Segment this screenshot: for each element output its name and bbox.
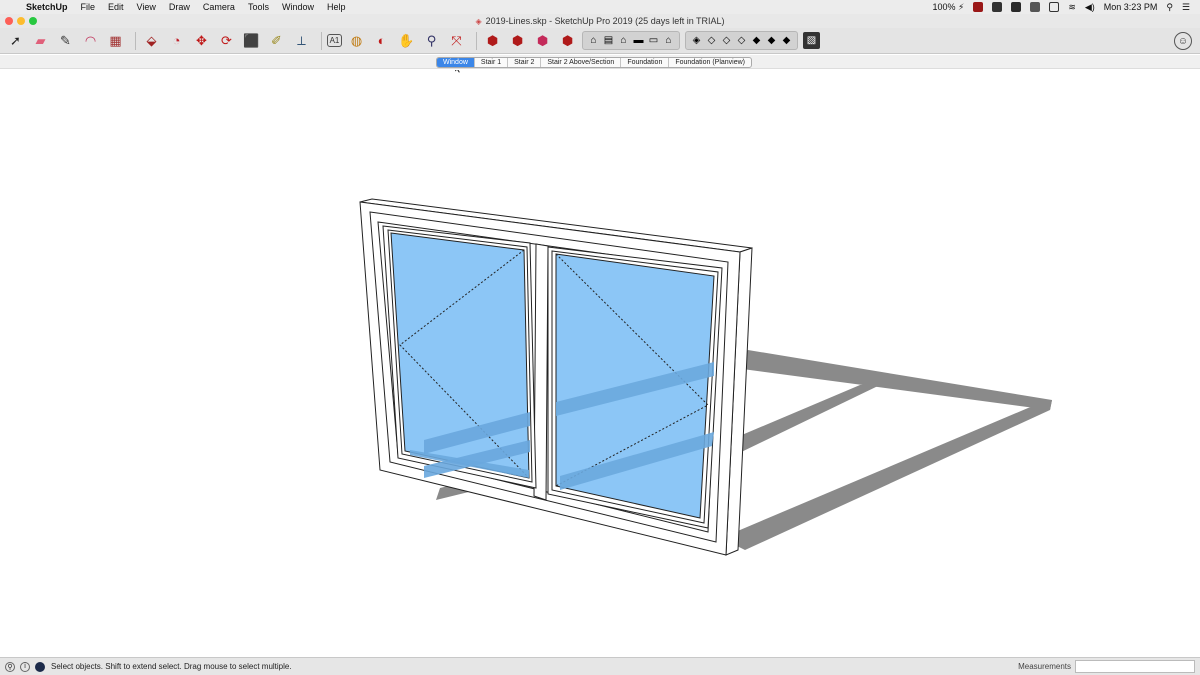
tab-window[interactable]: Window (437, 58, 475, 67)
tape-measure-tool-icon[interactable]: ✐ (266, 30, 287, 51)
toolbar-separator (476, 31, 477, 50)
select-tool-icon[interactable]: ➚ (5, 30, 26, 51)
right-view-icon[interactable]: ▬ (631, 33, 646, 48)
app-status-icon[interactable] (973, 2, 984, 12)
xray-style-icon[interactable]: ◈ (689, 33, 704, 48)
front-view-icon[interactable]: ⌂ (616, 33, 631, 48)
zoom-extents-tool-icon[interactable]: ⤧ (446, 30, 467, 51)
rotate-tool-icon[interactable]: ⟳ (216, 30, 237, 51)
warehouse-tool-icon[interactable]: ⬢ (482, 30, 503, 51)
measurements-input[interactable] (1075, 660, 1195, 673)
hidden-line-style-icon[interactable]: ◇ (734, 33, 749, 48)
scene-tabs: Window Stair 1 Stair 2 Stair 2 Above/Sec… (436, 57, 752, 68)
wireframe-style-icon[interactable]: ◇ (719, 33, 734, 48)
send-to-layout-tool-icon[interactable]: ⬢ (557, 30, 578, 51)
monochrome-style-icon[interactable]: ◆ (779, 33, 794, 48)
scale-tool-icon[interactable]: ⬛ (241, 30, 262, 51)
notification-center-icon[interactable]: ☰ (1182, 2, 1190, 13)
account-icon[interactable]: ☺ (1174, 32, 1192, 50)
views-toolbar: ⌂ ▤ ⌂ ▬ ▭ ⌂ (582, 31, 680, 50)
menu-tools[interactable]: Tools (248, 2, 269, 12)
tab-stair-2-above-section[interactable]: Stair 2 Above/Section (541, 58, 622, 67)
offset-tool-icon[interactable]: ◔ (166, 30, 187, 51)
menu-edit[interactable]: Edit (108, 2, 124, 12)
status-bar: ⚲ i Select objects. Shift to extend sele… (0, 657, 1200, 675)
move-tool-icon[interactable]: ✥ (191, 30, 212, 51)
eraser-tool-icon[interactable]: ▰ (30, 30, 51, 51)
mouse-cursor (454, 63, 462, 74)
battery-status[interactable]: 100% ⚡ (932, 2, 964, 13)
camera-status-icon[interactable] (992, 2, 1003, 12)
iso-view-icon[interactable]: ⌂ (586, 33, 601, 48)
toolbar-separator (135, 31, 136, 50)
zoom-tool-icon[interactable]: ⚲ (421, 30, 442, 51)
shaded-textures-style-icon[interactable]: ◆ (764, 33, 779, 48)
toolbar-separator (321, 31, 322, 50)
paint-bucket-tool-icon[interactable]: ◍ (346, 30, 367, 51)
close-window-button[interactable] (5, 17, 13, 25)
window-titlebar: ◈ 2019-Lines.skp - SketchUp Pro 2019 (25… (0, 14, 1200, 28)
document-icon: ◈ (475, 16, 482, 26)
tab-foundation-planview[interactable]: Foundation (Planview) (669, 58, 751, 67)
line-tool-icon[interactable]: ✎ (55, 30, 76, 51)
left-view-icon[interactable]: ⌂ (661, 33, 676, 48)
main-toolbar: ➚ ▰ ✎ ◠ ▦ ⬙ ◔ ✥ ⟳ ⬛ ✐ ⟂ A1 ◍ ◐ ✋ ⚲ ⤧ ⬢ ⬢ ⬢ ⬢ ⌂ ▤ ⌂ ▬ ▭ ⌂ ◈ ◇ ◇ ◇ ◆ ◆ ◆ ▧… (0, 28, 1200, 54)
text-tool-icon[interactable]: A1 (327, 34, 342, 47)
right-sash (547, 246, 723, 529)
arc-tool-icon[interactable]: ◠ (80, 30, 101, 51)
extension-warehouse-tool-icon[interactable]: ⬢ (532, 30, 553, 51)
zoom-window-button[interactable] (29, 17, 37, 25)
modeling-viewport[interactable] (0, 63, 1200, 657)
styles-toolbar: ◈ ◇ ◇ ◇ ◆ ◆ ◆ (685, 31, 798, 50)
tab-stair-1[interactable]: Stair 1 (475, 58, 509, 67)
user-status-icon[interactable] (35, 661, 45, 672)
back-edges-style-icon[interactable]: ◇ (704, 33, 719, 48)
dimension-tool-icon[interactable]: ⟂ (291, 30, 312, 51)
scene-tabs-bar: Window Stair 1 Stair 2 Stair 2 Above/Sec… (0, 55, 1200, 69)
menu-help[interactable]: Help (327, 2, 346, 12)
tab-stair-2[interactable]: Stair 2 (508, 58, 542, 67)
model-info-icon[interactable]: ▧ (803, 32, 820, 49)
window-title: 2019-Lines.skp - SketchUp Pro 2019 (25 d… (485, 16, 725, 26)
minimize-window-button[interactable] (17, 17, 25, 25)
menu-window[interactable]: Window (282, 2, 314, 12)
menu-view[interactable]: View (137, 2, 156, 12)
volume-icon[interactable]: ◀) (1085, 2, 1095, 13)
wifi-icon[interactable]: ≋ (1068, 2, 1076, 13)
push-pull-tool-icon[interactable]: ⬙ (141, 30, 162, 51)
back-view-icon[interactable]: ▭ (646, 33, 661, 48)
menu-draw[interactable]: Draw (169, 2, 190, 12)
menu-file[interactable]: File (81, 2, 96, 12)
pan-tool-icon[interactable]: ✋ (396, 30, 417, 51)
window-controls (5, 17, 37, 25)
geolocation-icon[interactable]: ⚲ (5, 661, 15, 672)
shaded-style-icon[interactable]: ◆ (749, 33, 764, 48)
airplay-icon[interactable] (1049, 2, 1060, 12)
credits-info-icon[interactable]: i (20, 661, 30, 672)
app-menu[interactable]: SketchUp (26, 2, 68, 12)
tool-buttons: ➚ ▰ ✎ ◠ ▦ ⬙ ◔ ✥ ⟳ ⬛ ✐ ⟂ A1 ◍ ◐ ✋ ⚲ ⤧ ⬢ ⬢ ⬢ ⬢ (5, 30, 582, 51)
clock[interactable]: Mon 3:23 PM (1104, 2, 1158, 12)
spotlight-search-icon[interactable]: ⚲ (1166, 2, 1173, 13)
model-canvas[interactable] (0, 63, 1200, 657)
mac-menu-bar: SketchUp File Edit View Draw Camera Tool… (0, 0, 1200, 14)
status-text: Select objects. Shift to extend select. … (51, 662, 292, 671)
rectangle-tool-icon[interactable]: ▦ (105, 30, 126, 51)
top-view-icon[interactable]: ▤ (601, 33, 616, 48)
measurements-label: Measurements (1018, 662, 1071, 671)
status-menus: 100% ⚡ ≋ ◀) Mon 3:23 PM ⚲ ☰ (932, 2, 1200, 13)
creative-cloud-icon[interactable] (1011, 2, 1022, 12)
screen-record-icon[interactable] (1030, 2, 1041, 12)
share-model-tool-icon[interactable]: ⬢ (507, 30, 528, 51)
menu-camera[interactable]: Camera (203, 2, 235, 12)
tab-foundation[interactable]: Foundation (621, 58, 670, 67)
orbit-tool-icon[interactable]: ◐ (371, 30, 392, 51)
